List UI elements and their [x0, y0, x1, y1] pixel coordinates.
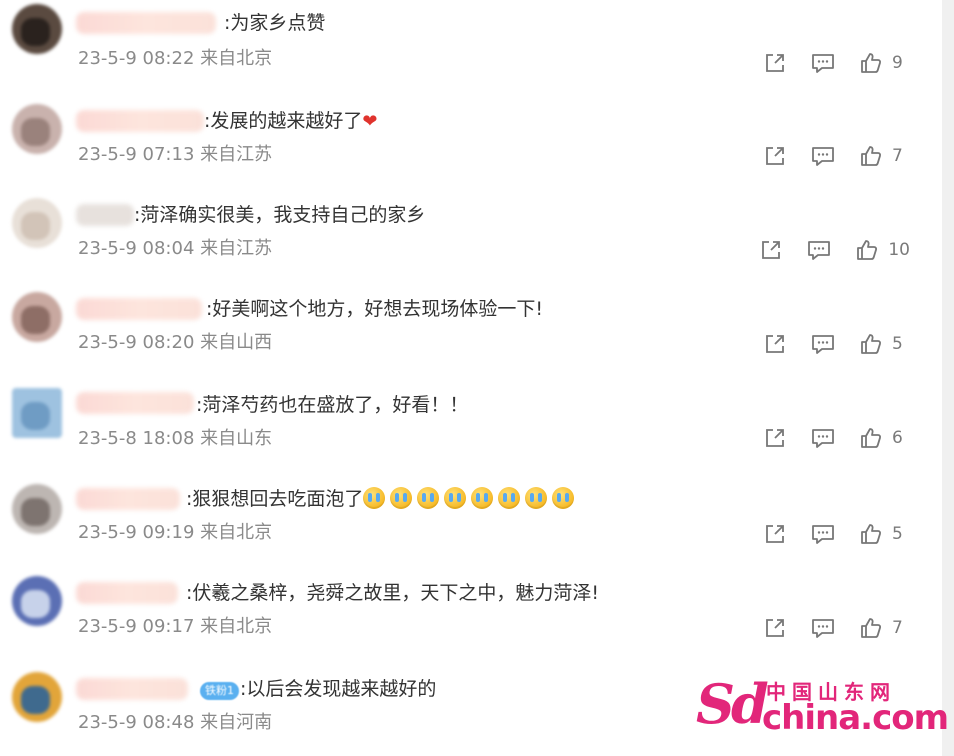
crying-emoji-icon	[390, 487, 413, 509]
comment-icon[interactable]	[810, 521, 836, 547]
comment-meta: 23-5-9 07:13 来自江苏	[78, 144, 273, 165]
comment-item: :伏羲之桑梓，尧舜之故里，天下之中，魅力菏泽! 23-5-9 09:17 来自北…	[0, 564, 940, 658]
comment-meta: 23-5-9 08:20 来自山西	[78, 332, 273, 353]
like-count: 9	[892, 53, 903, 73]
fan-badge: 铁粉1	[200, 682, 239, 700]
username-blurred[interactable]	[76, 392, 194, 414]
avatar[interactable]	[12, 198, 62, 248]
heart-emoji-icon: ❤	[362, 111, 378, 132]
like-count: 5	[892, 524, 903, 544]
comment-text: :伏羲之桑梓，尧舜之故里，天下之中，魅力菏泽!	[186, 582, 600, 604]
watermark-domain: china.com	[762, 698, 949, 738]
avatar[interactable]	[12, 292, 62, 342]
username-blurred[interactable]	[76, 678, 188, 700]
comment-actions: 5	[740, 331, 912, 357]
share-icon[interactable]	[762, 425, 788, 451]
username-blurred[interactable]	[76, 204, 134, 226]
comment-icon[interactable]	[806, 237, 832, 263]
thumbs-up-icon[interactable]	[858, 615, 884, 641]
site-watermark: Sd 中国山东网 china.com	[696, 672, 949, 752]
comment-meta: 23-5-9 08:04 来自江苏	[78, 238, 273, 259]
comment-text-content: :发展的越来越好了	[204, 110, 363, 132]
crying-emoji-icon	[444, 487, 467, 509]
comment-text-content: :狠狠想回去吃面泡了	[186, 488, 364, 510]
comment-meta: 23-5-8 18:08 来自山东	[78, 428, 273, 449]
comment-meta: 23-5-9 08:48 来自河南	[78, 712, 273, 733]
like-count: 7	[892, 146, 903, 166]
comment-actions: 5	[740, 521, 912, 547]
comment-icon[interactable]	[810, 615, 836, 641]
share-icon[interactable]	[762, 50, 788, 76]
comment-meta: 23-5-9 08:22 来自北京	[78, 48, 273, 69]
comment-text: :菏泽芍药也在盛放了，好看！！	[196, 394, 469, 416]
thumbs-up-icon[interactable]	[858, 50, 884, 76]
avatar[interactable]	[12, 388, 62, 438]
comment-actions: 7	[740, 143, 912, 169]
crying-emoji-icon	[363, 487, 386, 509]
crying-emoji-icon	[498, 487, 521, 509]
avatar[interactable]	[12, 484, 62, 534]
comment-item: :发展的越来越好了❤ 23-5-9 07:13 来自江苏 7	[0, 94, 940, 188]
comment-text: :狠狠想回去吃面泡了	[186, 486, 579, 516]
avatar[interactable]	[12, 672, 62, 722]
share-icon[interactable]	[758, 237, 784, 263]
avatar[interactable]	[12, 576, 62, 626]
comment-item: :菏泽确实很美，我支持自己的家乡 23-5-9 08:04 来自江苏 10	[0, 188, 940, 282]
thumbs-up-icon[interactable]	[858, 143, 884, 169]
comment-actions: 6	[740, 425, 912, 451]
like-count: 6	[892, 428, 903, 448]
username-blurred[interactable]	[76, 110, 204, 132]
thumbs-up-icon[interactable]	[854, 237, 880, 263]
comment-item: :好美啊这个地方，好想去现场体验一下! 23-5-9 08:20 来自山西 5	[0, 282, 940, 376]
comment-text: :发展的越来越好了❤	[204, 108, 378, 135]
username-blurred[interactable]	[76, 298, 202, 320]
avatar[interactable]	[12, 104, 62, 154]
comment-actions: 10	[736, 237, 910, 263]
thumbs-up-icon[interactable]	[858, 331, 884, 357]
share-icon[interactable]	[762, 615, 788, 641]
crying-emoji-icon	[417, 487, 440, 509]
comment-text: :以后会发现越来越好的	[240, 678, 437, 700]
comment-meta: 23-5-9 09:17 来自北京	[78, 616, 273, 637]
thumbs-up-icon[interactable]	[858, 521, 884, 547]
comment-icon[interactable]	[810, 50, 836, 76]
comment-icon[interactable]	[810, 331, 836, 357]
share-icon[interactable]	[762, 521, 788, 547]
comment-text: :菏泽确实很美，我支持自己的家乡	[134, 204, 426, 226]
share-icon[interactable]	[762, 331, 788, 357]
watermark-sd: Sd	[696, 672, 769, 736]
comment-meta: 23-5-9 09:19 来自北京	[78, 522, 273, 543]
avatar[interactable]	[12, 4, 62, 54]
comment-actions: 9	[740, 50, 912, 76]
like-count: 10	[888, 240, 910, 260]
comment-item: :为家乡点赞 23-5-9 08:22 来自北京 9	[0, 0, 940, 94]
crying-emoji-icon	[552, 487, 575, 509]
like-count: 5	[892, 334, 903, 354]
crying-emoji-icon	[525, 487, 548, 509]
username-blurred[interactable]	[76, 488, 180, 510]
emoji-row	[363, 487, 579, 516]
like-count: 7	[892, 618, 903, 638]
comment-text: :为家乡点赞	[224, 12, 326, 34]
comment-item: :菏泽芍药也在盛放了，好看！！ 23-5-8 18:08 来自山东 6	[0, 376, 940, 470]
username-blurred[interactable]	[76, 12, 216, 34]
thumbs-up-icon[interactable]	[858, 425, 884, 451]
username-blurred[interactable]	[76, 582, 178, 604]
crying-emoji-icon	[471, 487, 494, 509]
comment-item: :狠狠想回去吃面泡了 23-5-9 09:19 来自北京 5	[0, 470, 940, 564]
comment-icon[interactable]	[810, 143, 836, 169]
comment-icon[interactable]	[810, 425, 836, 451]
comment-actions: 7	[740, 615, 912, 641]
scrollbar-track[interactable]	[942, 0, 954, 756]
share-icon[interactable]	[762, 143, 788, 169]
comment-text: :好美啊这个地方，好想去现场体验一下!	[206, 298, 544, 320]
